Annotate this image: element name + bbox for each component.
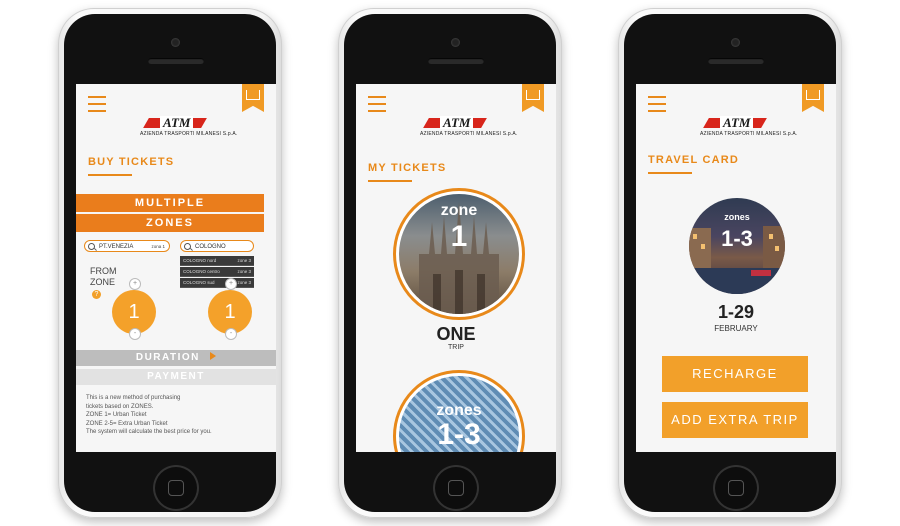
duration-tab[interactable]: DURATION bbox=[76, 350, 276, 366]
validity-month: FEBRUARY bbox=[714, 324, 758, 333]
title-underline bbox=[368, 180, 412, 182]
help-icon[interactable]: ? bbox=[92, 290, 101, 299]
page-title: TRAVEL CARD bbox=[648, 154, 740, 166]
page-title: MY TICKETS bbox=[368, 162, 447, 174]
multiple-zones-bar-line1[interactable]: MULTIPLE bbox=[76, 194, 264, 212]
from-zone-label: FROM ZONE bbox=[90, 266, 117, 287]
phone-buy-tickets: ATM AZIENDA TRASPORTI MILANESI S.p.A. BU… bbox=[58, 8, 282, 518]
dropdown-option-2[interactable]: COLOGNO centro zone 3 bbox=[180, 267, 254, 277]
travel-card-photo-canal[interactable]: zones 1-3 bbox=[689, 198, 785, 294]
phone-bezel: ATM AZIENDA TRASPORTI MILANESI S.p.A. MY… bbox=[344, 14, 556, 512]
screen-buy-tickets: ATM AZIENDA TRASPORTI MILANESI S.p.A. BU… bbox=[76, 84, 276, 452]
from-minus-button[interactable]: - bbox=[129, 328, 141, 340]
phone-my-tickets: ATM AZIENDA TRASPORTI MILANESI S.p.A. MY… bbox=[338, 8, 562, 518]
from-search-input[interactable]: PT.VENEZIA zona 1 bbox=[84, 240, 170, 252]
search-icon bbox=[88, 243, 95, 250]
phone-bezel: ATM AZIENDA TRASPORTI MILANESI S.p.A. TR… bbox=[624, 14, 836, 512]
screen-travel-card: ATM AZIENDA TRASPORTI MILANESI S.p.A. TR… bbox=[636, 84, 836, 452]
hamburger-menu-icon[interactable] bbox=[648, 96, 666, 117]
add-extra-trip-button[interactable]: ADD EXTRA TRIP bbox=[662, 402, 808, 438]
multiple-zones-bar-line2[interactable]: ZONES bbox=[76, 214, 264, 232]
earpiece-speaker bbox=[428, 58, 484, 64]
hamburger-menu-icon[interactable] bbox=[368, 96, 386, 117]
recharge-button[interactable]: RECHARGE bbox=[662, 356, 808, 392]
to-plus-button[interactable]: + bbox=[225, 278, 237, 290]
phone-travel-card: ATM AZIENDA TRASPORTI MILANESI S.p.A. TR… bbox=[618, 8, 842, 518]
ticket-zone-word: zone bbox=[440, 202, 478, 219]
page-title: BUY TICKETS bbox=[88, 156, 175, 168]
atm-logo: ATM AZIENDA TRASPORTI MILANESI S.p.A. bbox=[700, 115, 798, 137]
map-bookmark-icon[interactable] bbox=[522, 84, 544, 112]
home-button[interactable] bbox=[153, 465, 199, 511]
travel-zone-range: 1-3 bbox=[721, 226, 753, 251]
screen-my-tickets: ATM AZIENDA TRASPORTI MILANESI S.p.A. MY… bbox=[356, 84, 556, 452]
ticket-subtype: TRIP bbox=[448, 344, 464, 351]
map-bookmark-icon[interactable] bbox=[802, 84, 824, 112]
search-icon bbox=[184, 243, 191, 250]
ticket-photo-duomo[interactable]: zone 1 bbox=[399, 194, 519, 314]
to-minus-button[interactable]: - bbox=[225, 328, 237, 340]
atm-logo: ATM AZIENDA TRASPORTI MILANESI S.p.A. bbox=[140, 115, 238, 137]
hamburger-menu-icon[interactable] bbox=[88, 96, 106, 117]
atm-logo: ATM AZIENDA TRASPORTI MILANESI S.p.A. bbox=[420, 115, 518, 137]
play-arrow-icon bbox=[210, 352, 217, 360]
ticket-type: ONE bbox=[436, 324, 476, 344]
front-camera bbox=[451, 38, 460, 47]
title-underline bbox=[88, 174, 132, 176]
phone-bezel: ATM AZIENDA TRASPORTI MILANESI S.p.A. BU… bbox=[64, 14, 276, 512]
ticket-zone-number: 1-3 bbox=[437, 418, 481, 451]
ticket-zone-number: 1 bbox=[450, 220, 468, 253]
from-plus-button[interactable]: + bbox=[129, 278, 141, 290]
home-button[interactable] bbox=[713, 465, 759, 511]
home-button[interactable] bbox=[433, 465, 479, 511]
front-camera bbox=[731, 38, 740, 47]
dropdown-option-1[interactable]: COLOGNO nord zone 3 bbox=[180, 256, 254, 266]
map-bookmark-icon[interactable] bbox=[242, 84, 264, 112]
travel-zone-word: zones bbox=[724, 212, 750, 222]
front-camera bbox=[171, 38, 180, 47]
title-underline bbox=[648, 172, 692, 174]
info-text: This is a new method of purchasing ticke… bbox=[86, 395, 212, 435]
earpiece-speaker bbox=[148, 58, 204, 64]
dropdown-option-3[interactable]: COLOGNO sud zone 3 bbox=[180, 278, 254, 288]
payment-tab[interactable]: PAYMENT bbox=[76, 369, 276, 385]
earpiece-speaker bbox=[708, 58, 764, 64]
validity-dates: 1-29 bbox=[717, 302, 755, 322]
to-search-input[interactable]: COLOGNO bbox=[180, 240, 254, 252]
